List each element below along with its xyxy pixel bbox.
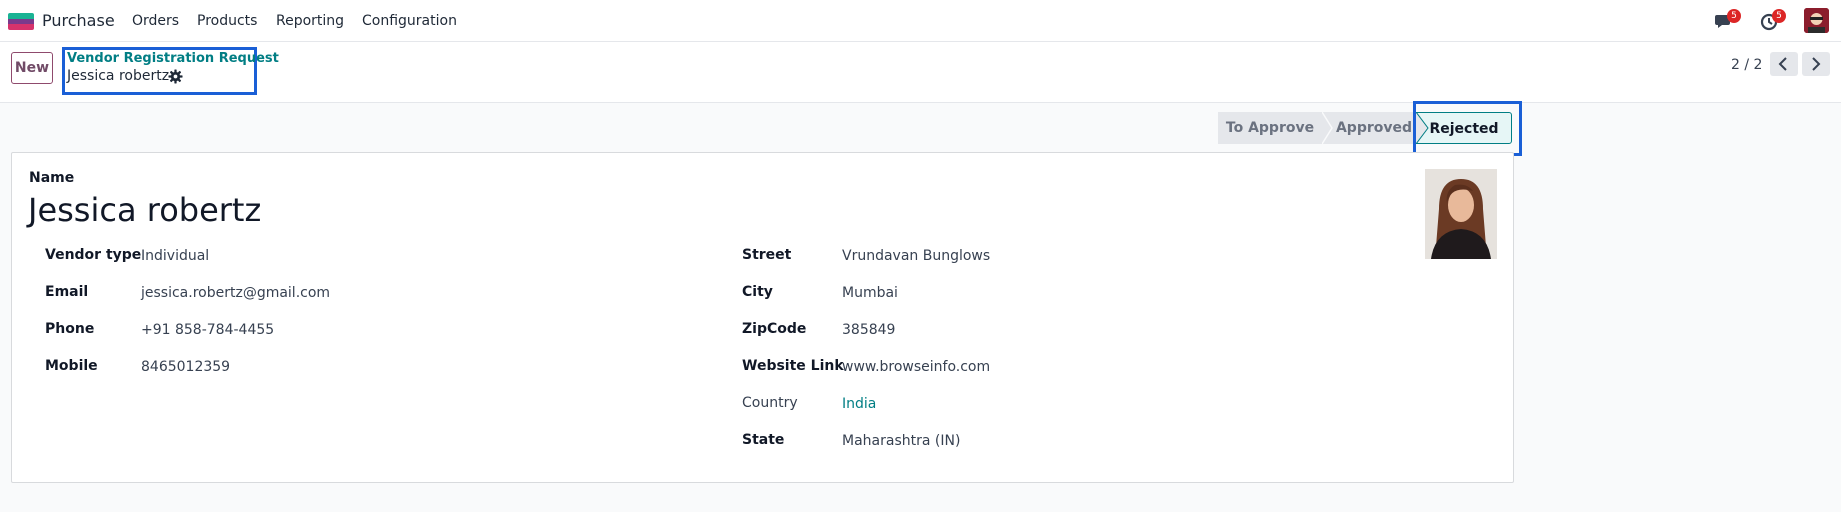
state-field[interactable]: Maharashtra (IN) [842,433,960,449]
messages-badge: 5 [1727,9,1741,23]
pager-value[interactable]: 2 / 2 [1731,57,1762,73]
menu-reporting[interactable]: Reporting [276,13,344,29]
street-field[interactable]: Vrundavan Bunglows [842,248,990,264]
pager-next-button[interactable] [1802,52,1830,76]
vendor-type-label: Vendor type [45,247,142,263]
city-label: City [742,284,773,300]
state-label: State [742,432,785,448]
name-field[interactable]: Jessica robertz [28,191,261,229]
name-label: Name [29,170,75,186]
menu-configuration[interactable]: Configuration [362,13,457,29]
chevron-right-icon [1812,57,1821,71]
country-label: Country [742,395,798,411]
vendor-photo[interactable] [1425,169,1497,259]
mobile-field[interactable]: 8465012359 [141,359,230,375]
city-field[interactable]: Mumbai [842,285,898,301]
top-navbar: Purchase Orders Products Reporting Confi… [0,0,1841,42]
chevron-left-icon [1778,57,1787,71]
phone-label: Phone [45,321,95,337]
app-logo-icon[interactable] [8,13,34,30]
activities-badge: 5 [1772,9,1786,23]
mobile-label: Mobile [45,358,98,374]
street-label: Street [742,247,792,263]
stage-separator-icon [1322,112,1334,144]
stage-approved[interactable]: Approved [1334,112,1414,144]
phone-field[interactable]: +91 858-784-4455 [141,322,274,338]
email-label: Email [45,284,89,300]
zipcode-label: ZipCode [742,321,807,337]
user-avatar[interactable] [1804,8,1829,33]
menu-products[interactable]: Products [197,13,257,29]
status-highlight-box [1413,101,1522,156]
form-sheet: Name Jessica robertz Vendor type Individ… [11,152,1514,483]
breadcrumb-current: Jessica robertz [67,68,170,84]
website-link-label: Website Link [742,358,844,374]
country-link[interactable]: India [842,396,876,412]
menu-orders[interactable]: Orders [132,13,179,29]
zipcode-field[interactable]: 385849 [842,322,895,338]
website-link-field[interactable]: www.browseinfo.com [842,359,990,375]
pager-previous-button[interactable] [1770,52,1798,76]
vendor-type-field[interactable]: Individual [141,248,209,264]
new-button[interactable]: New [11,52,53,84]
stage-to-approve[interactable]: To Approve [1218,112,1322,144]
email-field[interactable]: jessica.robertz@gmail.com [141,285,330,301]
control-panel: New Vendor Registration Request Jessica … [0,42,1841,103]
gear-icon[interactable] [168,69,183,84]
app-name[interactable]: Purchase [42,11,115,30]
breadcrumb-parent-link[interactable]: Vendor Registration Request [67,51,279,66]
